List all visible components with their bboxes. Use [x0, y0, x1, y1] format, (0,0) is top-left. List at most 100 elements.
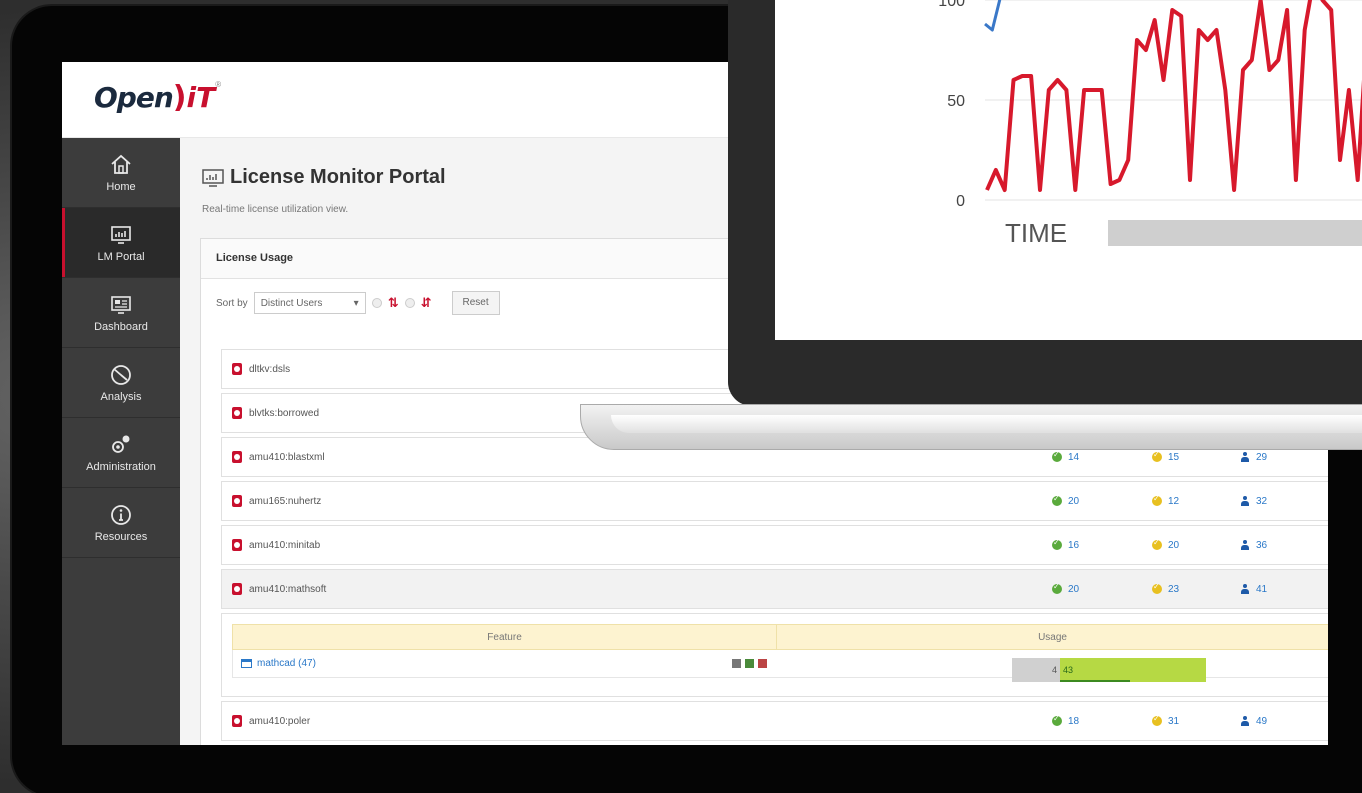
license-row[interactable]: amu410:mathsoft 20 23 41 — [221, 569, 1328, 609]
y-tick-label: 0 — [956, 193, 965, 210]
license-icon — [232, 407, 242, 419]
check-green-icon — [1052, 582, 1062, 594]
page-title: License Monitor Portal — [202, 166, 446, 189]
sidebar-item-label: Administration — [86, 460, 156, 473]
user-icon — [1240, 496, 1250, 506]
license-name: amu410:poler — [249, 715, 311, 727]
gears-icon — [112, 435, 130, 453]
feature-cell: mathcad (47) — [233, 650, 777, 677]
usage-line-chart: 0 50 100 — [938, 0, 1362, 210]
sidebar-item-label: Analysis — [100, 390, 142, 403]
in-use-count: 31 — [1152, 714, 1179, 727]
export-icon[interactable] — [758, 659, 768, 668]
logo-open-text: Open — [94, 81, 174, 114]
page-subtitle: Real-time license utilization view. — [202, 204, 349, 215]
x-axis-label: TIME — [1005, 218, 1068, 248]
in-use-count: 23 — [1152, 582, 1179, 595]
check-yellow-icon — [1152, 538, 1162, 550]
sidebar-item-analysis[interactable]: Analysis — [62, 348, 180, 418]
sort-select-value: Distinct Users — [260, 297, 323, 309]
tablet-edge — [580, 404, 1362, 450]
available-count: 18 — [1052, 714, 1079, 727]
user-icon — [1240, 540, 1250, 550]
series-line-red — [985, 0, 1362, 192]
check-green-icon — [1052, 450, 1062, 462]
license-row[interactable]: amu165:nuhertz 20 12 32 — [221, 481, 1328, 521]
sidebar-item-administration[interactable]: Administration — [62, 418, 180, 488]
license-row[interactable]: amu410:minitab 16 20 36 — [221, 525, 1328, 565]
usage-bar-gray: 4 — [1012, 658, 1060, 682]
feature-actions — [732, 659, 777, 668]
user-icon — [1240, 452, 1250, 462]
sidebar-item-lm-portal[interactable]: LM Portal — [62, 208, 180, 278]
sidebar: Home LM Portal Dashboard Analysis Admini… — [62, 138, 180, 745]
analysis-icon — [111, 364, 131, 385]
check-yellow-icon — [1152, 450, 1162, 462]
report-icon[interactable] — [732, 659, 742, 668]
series-line-blue — [984, 0, 1002, 32]
sort-select[interactable]: Distinct Users ▾ — [253, 292, 366, 314]
license-icon — [232, 539, 242, 551]
sidebar-item-home[interactable]: Home — [62, 138, 180, 208]
user-count: 49 — [1240, 716, 1267, 727]
license-icon — [232, 715, 242, 727]
sidebar-item-label: LM Portal — [97, 250, 145, 263]
sort-desc-radio[interactable] — [404, 298, 415, 308]
license-icon — [232, 451, 242, 463]
usage-bar-green: 43 — [1060, 658, 1206, 682]
in-use-count: 12 — [1152, 494, 1179, 507]
user-count: 32 — [1240, 496, 1267, 507]
feature-table-header: Feature Usage — [232, 624, 1328, 650]
chevron-down-icon: ▾ — [353, 297, 359, 309]
home-icon — [111, 154, 131, 174]
y-tick-label: 100 — [938, 0, 965, 10]
table-icon — [241, 659, 252, 668]
user-count: 29 — [1240, 452, 1267, 463]
check-green-icon — [1052, 538, 1062, 550]
page-title-text: License Monitor Portal — [230, 166, 446, 188]
license-icon — [232, 363, 242, 375]
feature-table: Feature Usage mathcad (47) 4 43 — [221, 613, 1328, 697]
in-use-count: 20 — [1152, 538, 1179, 551]
sidebar-item-resources[interactable]: Resources — [62, 488, 180, 558]
user-icon — [1240, 584, 1250, 594]
chart-screen: 0 50 100 — [775, 0, 1362, 340]
sidebar-item-dashboard[interactable]: Dashboard — [62, 278, 180, 348]
license-icon — [232, 583, 242, 595]
sidebar-item-label: Dashboard — [94, 320, 148, 333]
check-green-icon — [1052, 714, 1062, 726]
sort-ascending-icon[interactable]: ⇅ — [388, 295, 399, 311]
logo-paren: ) — [172, 80, 187, 115]
chart-icon[interactable] — [745, 659, 755, 668]
feature-link[interactable]: mathcad (47) — [257, 658, 316, 669]
license-name: amu410:mathsoft — [249, 583, 327, 595]
check-yellow-icon — [1152, 714, 1162, 726]
user-count: 41 — [1240, 584, 1267, 595]
logo-reg-mark: ® — [215, 80, 222, 89]
license-row[interactable]: amu410:poler 18 31 49 — [221, 701, 1328, 741]
sidebar-item-label: Home — [106, 180, 136, 193]
usage-bar: 4 43 — [1012, 658, 1208, 682]
reset-button[interactable]: Reset — [451, 291, 500, 315]
user-icon — [1240, 716, 1250, 726]
sort-asc-radio[interactable] — [371, 298, 382, 308]
check-green-icon — [1052, 494, 1062, 506]
check-yellow-icon — [1152, 582, 1162, 594]
col-feature-header: Feature — [233, 625, 778, 649]
monitor-icon — [111, 225, 131, 244]
y-tick-label: 50 — [947, 93, 965, 110]
license-name: blvtks:borrowed — [249, 407, 320, 419]
time-range-bar[interactable] — [1108, 220, 1362, 246]
col-usage-header: Usage — [777, 625, 1328, 649]
openit-logo[interactable]: Open)iT® — [94, 80, 221, 120]
info-icon — [111, 504, 131, 525]
monitor-icon — [202, 168, 224, 187]
logo-it-text: iT — [186, 81, 216, 114]
in-use-count: 15 — [1152, 450, 1179, 463]
license-name: amu165:nuhertz — [249, 495, 322, 507]
sort-label: Sort by — [216, 297, 248, 309]
sidebar-item-label: Resources — [94, 530, 148, 543]
license-name: amu410:blastxml — [249, 451, 325, 463]
sort-descending-icon[interactable]: ⇵ — [421, 295, 432, 311]
check-yellow-icon — [1152, 494, 1162, 506]
